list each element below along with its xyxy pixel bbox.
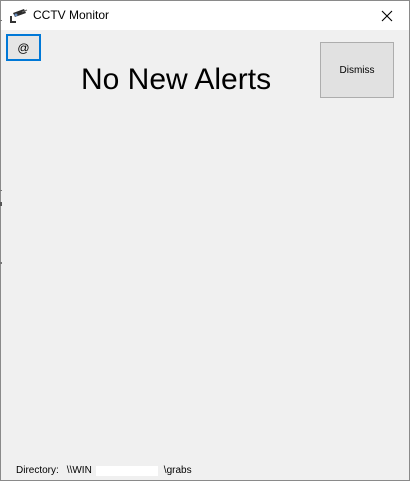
left-edge-artifacts <box>0 20 2 264</box>
directory-path-suffix: \grabs <box>163 465 192 476</box>
redacted-block <box>95 466 158 476</box>
directory-path-prefix: \\WIN <box>66 465 92 476</box>
at-button[interactable]: @ <box>6 34 41 61</box>
title-bar[interactable]: CCTV Monitor <box>1 1 409 30</box>
close-icon <box>381 10 393 21</box>
window-title: CCTV Monitor <box>33 8 110 22</box>
close-button[interactable] <box>365 1 409 30</box>
alerts-heading: No New Alerts <box>81 63 272 96</box>
app-window: CCTV Monitor @ No New Alerts Dismiss Dir… <box>0 0 410 481</box>
main-panel: @ No New Alerts Dismiss Directory: \\WIN… <box>1 30 409 480</box>
directory-label: Directory: <box>16 465 59 476</box>
cctv-camera-icon <box>10 9 28 23</box>
directory-status: Directory: \\WIN \grabs <box>16 464 192 478</box>
dismiss-button[interactable]: Dismiss <box>320 42 394 98</box>
